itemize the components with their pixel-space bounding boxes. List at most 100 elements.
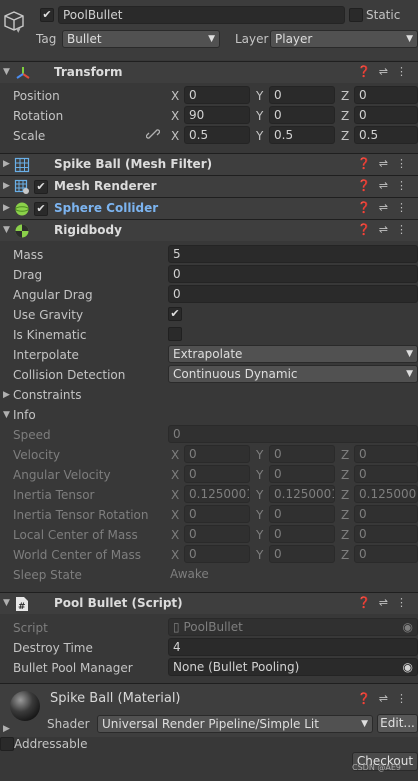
tag-dropdown[interactable]: Bullet ▼ xyxy=(62,30,220,48)
pool-bullet-script-header[interactable]: ▼ # Pool Bullet (Script) ❓⇌⋮ xyxy=(0,592,418,614)
kebab-menu-icon[interactable]: ⋮ xyxy=(396,596,415,609)
kebab-menu-icon[interactable]: ⋮ xyxy=(396,157,415,170)
world-center-of-mass-y-field: 0 xyxy=(269,545,335,563)
speed-label: Speed xyxy=(13,428,51,442)
constraints-foldout[interactable]: Constraints xyxy=(13,387,81,403)
presets-icon[interactable]: ⇌ xyxy=(379,157,396,170)
kebab-menu-icon[interactable]: ⋮ xyxy=(396,692,415,705)
inertia-tensor-z-field: 0.1250001 xyxy=(354,485,418,503)
scale-label: Scale xyxy=(13,129,46,143)
sphere-collider-enabled-checkbox[interactable]: ✔ xyxy=(34,202,48,216)
velocity-x-field: 0 xyxy=(184,445,250,463)
collision-detection-dropdown[interactable]: Continuous Dynamic ▼ xyxy=(168,365,418,383)
scale-z-field[interactable]: 0.5 xyxy=(354,126,418,144)
grid-mesh-icon xyxy=(14,157,30,176)
addressable-checkbox[interactable] xyxy=(0,737,14,751)
constraints-foldout-arrow-icon[interactable]: ▶ xyxy=(3,390,10,400)
mesh-renderer-enabled-checkbox[interactable]: ✔ xyxy=(34,180,48,194)
help-icon[interactable]: ❓ xyxy=(357,692,379,705)
velocity-z-field: 0 xyxy=(354,445,418,463)
help-icon[interactable]: ❓ xyxy=(357,157,379,170)
axis-x-label: X xyxy=(171,528,180,542)
constrain-proportions-icon[interactable] xyxy=(145,127,161,144)
foldout-arrow-icon[interactable]: ▼ xyxy=(3,598,10,608)
presets-icon[interactable]: ⇌ xyxy=(379,201,396,214)
csharp-script-icon: # xyxy=(15,596,29,615)
edit-shader-button[interactable]: Edit... xyxy=(377,714,418,733)
local-center-of-mass-z-field: 0 xyxy=(354,525,418,543)
foldout-arrow-icon[interactable]: ▶ xyxy=(3,203,10,213)
axis-y-label: Y xyxy=(256,109,264,123)
mesh-renderer-header[interactable]: ▶ ✔ Mesh Renderer ❓⇌⋮ xyxy=(0,175,418,197)
presets-icon[interactable]: ⇌ xyxy=(379,692,396,705)
rotation-x-field[interactable]: 90 xyxy=(184,106,250,124)
chevron-down-icon: ▼ xyxy=(406,34,413,44)
cube-dropdown-arrow[interactable]: ▾ xyxy=(16,26,21,36)
bullet-pool-manager-field[interactable]: None (Bullet Pooling) ◉ xyxy=(168,658,418,676)
help-icon[interactable]: ❓ xyxy=(357,223,379,236)
gameobject-name-field[interactable]: PoolBullet xyxy=(58,6,345,24)
foldout-arrow-icon[interactable]: ▼ xyxy=(3,225,10,235)
mesh-filter-header[interactable]: ▶ Spike Ball (Mesh Filter) ❓⇌⋮ xyxy=(0,153,418,175)
layer-dropdown[interactable]: Player ▼ xyxy=(270,30,418,48)
axis-x-label: X xyxy=(171,468,180,482)
active-checkbox[interactable]: ✔ xyxy=(40,8,54,22)
material-sphere-icon xyxy=(8,689,42,726)
scale-x-field[interactable]: 0.5 xyxy=(184,126,250,144)
help-icon[interactable]: ❓ xyxy=(357,596,379,609)
presets-icon[interactable]: ⇌ xyxy=(379,596,396,609)
foldout-arrow-icon[interactable]: ▶ xyxy=(3,181,10,191)
transform-header[interactable]: ▼ Transform ❓⇌⋮ xyxy=(0,61,418,83)
kebab-menu-icon[interactable]: ⋮ xyxy=(396,201,415,214)
foldout-arrow-icon[interactable]: ▶ xyxy=(3,159,10,169)
header-icons: ❓⇌⋮ xyxy=(357,157,415,170)
destroy-time-field[interactable]: 4 xyxy=(168,638,418,656)
presets-icon[interactable]: ⇌ xyxy=(379,179,396,192)
material-foldout-arrow-icon[interactable]: ▶ xyxy=(3,724,10,734)
axis-y-label: Y xyxy=(256,548,264,562)
shader-dropdown[interactable]: Universal Render Pipeline/Simple Lit ▼ xyxy=(97,715,373,733)
kebab-menu-icon[interactable]: ⋮ xyxy=(396,223,415,236)
rigidbody-header[interactable]: ▼ Rigidbody ❓⇌⋮ xyxy=(0,219,418,241)
sphere-collider-header[interactable]: ▶ ✔ Sphere Collider ❓⇌⋮ xyxy=(0,197,418,219)
help-icon[interactable]: ❓ xyxy=(357,201,379,214)
mass-field[interactable]: 5 xyxy=(168,245,418,263)
position-z-field[interactable]: 0 xyxy=(354,86,418,104)
is-kinematic-checkbox[interactable] xyxy=(168,327,182,341)
drag-label: Drag xyxy=(13,268,43,282)
rotation-y-field[interactable]: 0 xyxy=(269,106,335,124)
presets-icon[interactable]: ⇌ xyxy=(379,223,396,236)
watermark-text: CSDN @AE9 xyxy=(352,763,401,772)
help-icon[interactable]: ❓ xyxy=(357,65,379,78)
inertia-tensor-label: Inertia Tensor xyxy=(13,488,95,502)
tag-label: Tag xyxy=(36,32,57,46)
drag-field[interactable]: 0 xyxy=(168,265,418,283)
position-x-field[interactable]: 0 xyxy=(184,86,250,104)
velocity-y-field: 0 xyxy=(269,445,335,463)
presets-icon[interactable]: ⇌ xyxy=(379,65,396,78)
angular-drag-field[interactable]: 0 xyxy=(168,285,418,303)
info-foldout-arrow-icon[interactable]: ▼ xyxy=(3,410,10,420)
interpolate-label: Interpolate xyxy=(13,348,79,362)
speed-field: 0 xyxy=(168,425,418,443)
gameobject-header: ▾ ✔ PoolBullet Static Tag Bullet ▼ Layer … xyxy=(0,0,418,60)
use-gravity-checkbox[interactable]: ✔ xyxy=(168,307,182,321)
object-picker-icon[interactable]: ◉ xyxy=(403,660,413,675)
axis-z-label: Z xyxy=(341,89,350,103)
foldout-arrow-icon[interactable]: ▼ xyxy=(3,67,10,77)
collision-detection-value: Continuous Dynamic xyxy=(173,367,298,381)
static-checkbox[interactable] xyxy=(349,8,363,22)
info-foldout[interactable]: Info xyxy=(13,407,36,423)
position-y-field[interactable]: 0 xyxy=(269,86,335,104)
header-icons: ❓⇌⋮ xyxy=(357,65,415,78)
help-icon[interactable]: ❓ xyxy=(357,179,379,192)
scale-y-field[interactable]: 0.5 xyxy=(269,126,335,144)
rotation-z-field[interactable]: 0 xyxy=(354,106,418,124)
layer-label: Layer xyxy=(235,32,269,46)
interpolate-dropdown[interactable]: Extrapolate ▼ xyxy=(168,345,418,363)
local-center-of-mass-x-field: 0 xyxy=(184,525,250,543)
collision-detection-label: Collision Detection xyxy=(13,368,126,382)
kebab-menu-icon[interactable]: ⋮ xyxy=(396,179,415,192)
kebab-menu-icon[interactable]: ⋮ xyxy=(396,65,415,78)
rigidbody-title: Rigidbody xyxy=(54,223,122,237)
